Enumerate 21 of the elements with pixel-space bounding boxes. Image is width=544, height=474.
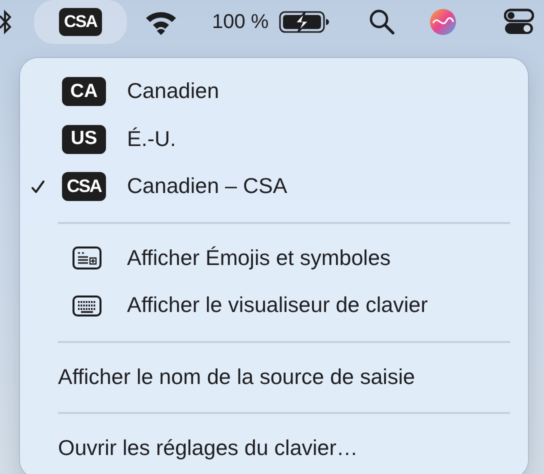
- search-icon[interactable]: [368, 9, 395, 35]
- menu-item[interactable]: Canadien – CSA: [127, 174, 288, 200]
- wifi-icon[interactable]: [144, 9, 178, 35]
- menu-item[interactable]: Afficher le visualiseur de clavier: [127, 293, 428, 318]
- input-source-menu-button[interactable]: CSA: [34, 0, 127, 44]
- control-center-icon[interactable]: [504, 8, 534, 36]
- menu-item[interactable]: Afficher Émojis et symboles: [127, 246, 391, 271]
- assistant-orb-icon[interactable]: [428, 8, 457, 36]
- input-source-badge: CSA: [62, 172, 106, 202]
- menu-item[interactable]: É.-U.: [127, 126, 176, 152]
- battery-percentage: 100 %: [212, 10, 269, 34]
- input-source-badge: CA: [62, 77, 106, 106]
- bluetooth-icon[interactable]: [0, 9, 12, 35]
- battery-charging-icon[interactable]: [278, 11, 329, 33]
- emoji-keyboard-icon: [72, 246, 102, 270]
- keyboard-icon: [72, 294, 102, 318]
- menu-item[interactable]: Afficher le nom de la source de saisie: [58, 364, 415, 390]
- menu-item[interactable]: Canadien: [127, 79, 220, 104]
- input-source-badge: US: [62, 124, 106, 154]
- input-source-badge: CSA: [59, 8, 102, 36]
- menu-item[interactable]: Ouvrir les réglages du clavier…: [58, 436, 358, 462]
